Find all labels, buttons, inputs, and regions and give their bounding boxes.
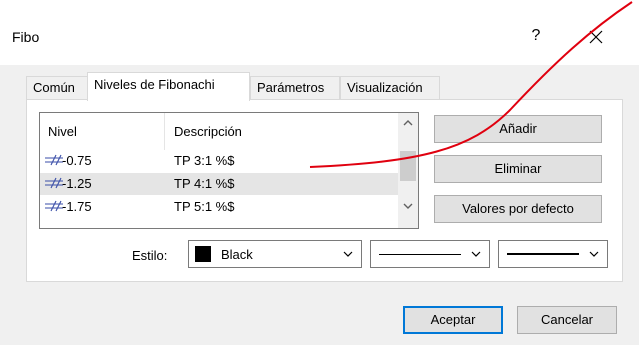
window-title: Fibo <box>12 29 40 45</box>
table-row-selected[interactable]: -1.25 TP 4:1 %$ <box>40 173 398 195</box>
remove-level-button[interactable]: Eliminar <box>434 155 602 183</box>
add-level-button[interactable]: Añadir <box>434 115 602 143</box>
line-width-preview <box>507 253 579 255</box>
tab-label: Común <box>33 80 75 95</box>
table-row[interactable]: -1.75 TP 5:1 %$ <box>40 196 398 218</box>
chevron-down-icon <box>589 251 599 257</box>
chevron-up-icon <box>403 120 413 126</box>
tab-parametros[interactable]: Parámetros <box>250 76 340 100</box>
cancel-button[interactable]: Cancelar <box>517 306 617 334</box>
ok-button[interactable]: Aceptar <box>403 306 503 334</box>
level-value: -1.25 <box>62 176 92 191</box>
line-width-select[interactable] <box>498 240 608 268</box>
fibo-dialog: Fibo ? Común Niveles de Fibonachi Paráme… <box>0 0 639 345</box>
close-button[interactable] <box>580 22 612 50</box>
chevron-down-icon <box>403 203 413 209</box>
title-bar: Fibo ? <box>0 0 639 65</box>
tab-label: Niveles de Fibonachi <box>94 77 215 92</box>
levels-list-scrollbar[interactable] <box>398 113 418 228</box>
tab-label: Visualización <box>347 80 423 95</box>
tab-label: Parámetros <box>257 80 325 95</box>
level-description: TP 4:1 %$ <box>174 176 235 191</box>
tab-visualizacion[interactable]: Visualización <box>340 76 440 100</box>
column-divider <box>164 113 165 150</box>
scroll-up-button[interactable] <box>398 119 418 139</box>
line-style-preview <box>379 254 461 255</box>
scroll-down-button[interactable] <box>398 202 418 222</box>
help-button[interactable]: ? <box>522 22 550 50</box>
close-icon <box>589 30 603 43</box>
table-row[interactable]: -0.75 TP 3:1 %$ <box>40 150 398 172</box>
chevron-down-icon <box>343 251 353 257</box>
color-select-value: Black <box>221 247 253 262</box>
levels-list[interactable]: Nivel Descripción -0.75 TP 3:1 %$ -1.25 … <box>39 112 419 229</box>
level-description: TP 5:1 %$ <box>174 199 235 214</box>
tab-niveles-fibonachi[interactable]: Niveles de Fibonachi <box>87 72 250 101</box>
levels-list-header: Nivel Descripción <box>40 113 398 150</box>
level-value: -1.75 <box>62 199 92 214</box>
color-swatch <box>195 246 211 262</box>
column-header-descripcion[interactable]: Descripción <box>174 124 242 139</box>
color-select[interactable]: Black <box>188 240 362 268</box>
restore-defaults-button[interactable]: Valores por defecto <box>434 195 602 223</box>
tab-comun[interactable]: Común <box>26 76 88 100</box>
style-label: Estilo: <box>132 248 168 263</box>
scroll-thumb[interactable] <box>400 151 416 181</box>
chevron-down-icon <box>471 251 481 257</box>
line-style-select[interactable] <box>370 240 490 268</box>
level-value: -0.75 <box>62 153 92 168</box>
level-description: TP 3:1 %$ <box>174 153 235 168</box>
column-header-nivel[interactable]: Nivel <box>48 124 77 139</box>
help-icon: ? <box>531 27 541 44</box>
